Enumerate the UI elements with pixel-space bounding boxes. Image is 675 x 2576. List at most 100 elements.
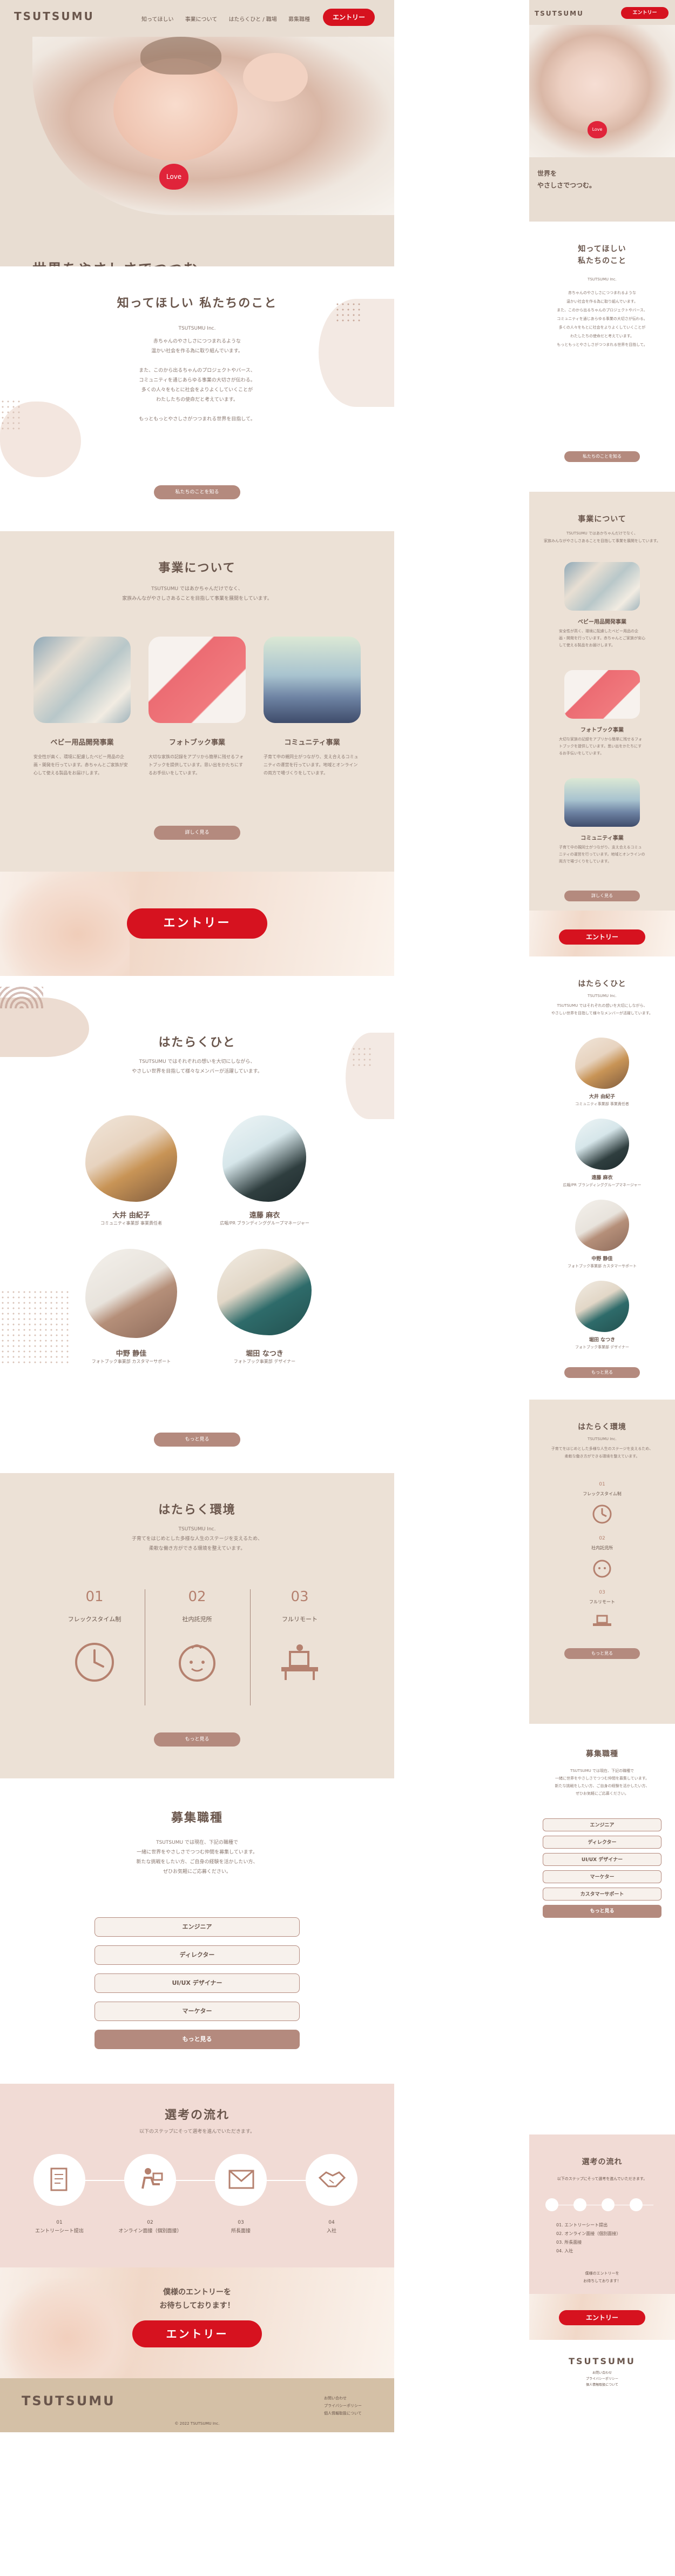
footer-link[interactable]: 個人情報取扱について bbox=[529, 2382, 675, 2388]
environment-more-button[interactable]: もっと見る bbox=[154, 1732, 240, 1747]
jobs-more-button[interactable]: もっと見る bbox=[94, 2030, 300, 2049]
member-role: コミュニティ事業部 事業責任者 bbox=[100, 1221, 163, 1226]
mobile-flow-item: 01. エントリーシート提出 bbox=[556, 2223, 608, 2227]
baby-icon bbox=[179, 1644, 215, 1682]
baby-hand bbox=[243, 53, 308, 102]
mobile-about-body: 赤ちゃんのやさしさにつつまれるような 温かい社会を作る為に取り組んでいます。 ま… bbox=[545, 289, 659, 349]
mobile-job-button-uiux[interactable]: UI/UX デザイナー bbox=[543, 1853, 662, 1866]
site-header: TSUTSUMU 知ってほしい 事業について はたらくひと / 職場 募集職種 … bbox=[0, 0, 394, 37]
member-photo bbox=[85, 1115, 177, 1202]
header-entry-button[interactable]: エントリー bbox=[323, 9, 375, 26]
mobile-flow-num: 03 bbox=[556, 2240, 562, 2245]
footer-link[interactable]: 個人情報取扱について bbox=[324, 2410, 362, 2417]
mobile-job-button-director[interactable]: ディレクター bbox=[543, 1836, 662, 1849]
about-title: 知ってほしい 私たちのこと bbox=[117, 297, 278, 310]
mobile-business-card-title: フォトブック事業 bbox=[580, 727, 624, 733]
jobs-lead-line: 一緒に世界をやさしさでつつむ仲間を募集しています。 bbox=[137, 1850, 258, 1855]
mobile-people: はたらくひと TSUTSUMU Inc. TSUTSUMU ではそれぞれの想いを… bbox=[529, 956, 675, 1389]
mobile-job-button-support[interactable]: カスタマーサポート bbox=[543, 1888, 662, 1901]
people-title: はたらくひと bbox=[158, 1036, 236, 1049]
final-cta-section: 僕様のエントリーを お待ちしております！ エントリー bbox=[0, 2267, 394, 2378]
about-line: わたしたちの使命だと考えています。 bbox=[570, 334, 634, 338]
mobile-banner-entry-button[interactable]: エントリー bbox=[559, 929, 645, 945]
job-button-marketer[interactable]: マーケター bbox=[94, 2002, 300, 2021]
mobile-final-cta: エントリー bbox=[529, 2294, 675, 2340]
people-section: はたらくひと TSUTSUMU ではそれぞれの想いを大切にしながら、 やさしい世… bbox=[0, 976, 394, 1473]
flow-step bbox=[306, 2154, 357, 2206]
mobile-flow-item: 03. 所長面接 bbox=[556, 2240, 582, 2245]
mobile-business-title: 事業について bbox=[578, 515, 626, 524]
nav-item-people[interactable]: はたらくひと / 職場 bbox=[229, 17, 277, 23]
job-button-director[interactable]: ディレクター bbox=[94, 1945, 300, 1965]
mobile-job-button-marketer[interactable]: マーケター bbox=[543, 1870, 662, 1883]
nav-item-jobs[interactable]: 募集職種 bbox=[288, 17, 310, 23]
mobile-footer: TSUTSUMU お問い合わせ プライバシーポリシー 個人情報取扱について bbox=[529, 2340, 675, 2397]
jobs-lead-line: TSUTSUMU では現在、下記の職種で bbox=[570, 1769, 634, 1773]
mobile-people-more-button[interactable]: もっと見る bbox=[564, 1367, 640, 1378]
environment-item-label: フレックスタイム制 bbox=[68, 1616, 122, 1623]
business-more-button[interactable]: 詳しく見る bbox=[154, 826, 240, 840]
people-lead-line: TSUTSUMU ではそれぞれの想いを大切にしながら、 bbox=[557, 1003, 647, 1008]
mobile-member-role: フォトブック事業部 デザイナー bbox=[575, 1345, 630, 1349]
footer-link[interactable]: プライバシーポリシー bbox=[324, 2402, 362, 2410]
jobs-lead-line: TSUTSUMU では現在、下記の職種で bbox=[156, 1840, 238, 1845]
mobile-final-entry-button[interactable]: エントリー bbox=[559, 2310, 645, 2325]
mobile-hero: TSUTSUMU エントリー Love 世界を やさしさでつつむ。 bbox=[529, 0, 675, 222]
flow-step-number: 03 bbox=[238, 2220, 244, 2225]
mobile-flow-label: エントリーシート提出 bbox=[564, 2223, 608, 2227]
job-button-uiux[interactable]: UI/UX デザイナー bbox=[94, 1973, 300, 1993]
mobile-about-more-button[interactable]: 私たちのことを知る bbox=[564, 451, 640, 462]
entry-banner: エントリー bbox=[0, 872, 394, 976]
mobile-flow-lead: 以下のステップにそって選考を進んでいただきます。 bbox=[557, 2177, 647, 2181]
mobile-job-button-engineer[interactable]: エンジニア bbox=[543, 1818, 662, 1831]
final-entry-button[interactable]: エントリー bbox=[132, 2320, 262, 2347]
mobile-flow-label: オンライン面接（個別面接） bbox=[564, 2231, 621, 2236]
nav-item-business[interactable]: 事業について bbox=[185, 17, 218, 23]
business-card-image bbox=[264, 637, 361, 723]
cta-line: お待ちしております！ bbox=[159, 2301, 235, 2310]
footer-link[interactable]: プライバシーポリシー bbox=[529, 2376, 675, 2382]
environment-lead: 子育てをはじめとした多様な人生のステージを支えるため、 bbox=[131, 1536, 263, 1542]
mobile-entry-button[interactable]: エントリー bbox=[621, 7, 669, 19]
mobile-business-card-text: 大切な家族の記録をアプリから簡単に残せるフォトブックを提供しています。思い出をか… bbox=[559, 737, 642, 755]
about-line: 温かい社会を作る為に取り組んでいます。 bbox=[566, 299, 638, 304]
people-more-button[interactable]: もっと見る bbox=[154, 1433, 240, 1447]
mobile-environment-more-button[interactable]: もっと見る bbox=[564, 1648, 640, 1659]
footer-logo[interactable]: TSUTSUMU bbox=[22, 2393, 116, 2408]
job-button-engineer[interactable]: エンジニア bbox=[94, 1917, 300, 1937]
footer-link[interactable]: お問い合わせ bbox=[324, 2394, 362, 2402]
footer-link[interactable]: お問い合わせ bbox=[529, 2370, 675, 2376]
cta-line: お待ちしております！ bbox=[583, 2279, 621, 2283]
mobile-hero-title-line: やさしさでつつむ。 bbox=[537, 182, 596, 189]
mobile-hero-photo: Love bbox=[529, 25, 675, 157]
about-line bbox=[0, 356, 394, 366]
mobile-flow-num: 04 bbox=[556, 2249, 562, 2253]
mobile-about-title: 知ってほしい bbox=[578, 245, 626, 253]
about-more-button[interactable]: 私たちのことを知る bbox=[154, 485, 240, 499]
logo[interactable]: TSUTSUMU bbox=[14, 10, 94, 23]
mobile-member-photo bbox=[575, 1119, 629, 1170]
mobile-member-name: 堀田 なつき bbox=[589, 1337, 616, 1343]
mobile-business-more-button[interactable]: 詳しく見る bbox=[564, 891, 640, 901]
about-line: コミュニティを通じあらゆる事業の大切さが伝わる。 bbox=[139, 378, 255, 383]
mobile-business-image bbox=[564, 670, 640, 719]
about-line: また、このから出るちゃんのプロジェクトやバース、 bbox=[557, 308, 647, 312]
mobile-logo[interactable]: TSUTSUMU bbox=[535, 10, 584, 17]
mobile-member-role: コミュニティ事業部 事業責任者 bbox=[575, 1102, 629, 1106]
environment-lead-line: 子育てをはじめとした多様な人生のステージを支えるため、 bbox=[551, 1447, 653, 1451]
flow-title: 選考の流れ bbox=[164, 2109, 230, 2122]
business-lead-line: TSUTSUMU ではあかちゃんだけでなく、 bbox=[566, 531, 638, 536]
people-lead: TSUTSUMU ではそれぞれの想いを大切にしながら、 bbox=[139, 1059, 255, 1065]
mobile-flow-num: 02 bbox=[556, 2231, 562, 2236]
mobile-about-title: 私たちのこと bbox=[578, 257, 626, 265]
mobile-jobs: 募集職種 TSUTSUMU では現在、下記の職種で 一緒に世界をやさしさでつつむ… bbox=[529, 1724, 675, 2135]
nav-item-about[interactable]: 知ってほしい bbox=[141, 17, 174, 23]
mobile-jobs-more-button[interactable]: もっと見る bbox=[543, 1905, 662, 1918]
business-card-title: フォトブック事業 bbox=[168, 739, 225, 747]
mobile-footer-logo[interactable]: TSUTSUMU bbox=[529, 2356, 675, 2366]
business-card-title: コミュニティ事業 bbox=[284, 739, 340, 747]
flow-step-label: エントリーシート提出 bbox=[35, 2229, 84, 2234]
entry-banner-button[interactable]: エントリー bbox=[127, 908, 267, 939]
jobs-lead-line: 一緒に世界をやさしさでつつむ仲間を募集しています。 bbox=[555, 1776, 650, 1781]
mobile-flow-step bbox=[545, 2198, 558, 2211]
